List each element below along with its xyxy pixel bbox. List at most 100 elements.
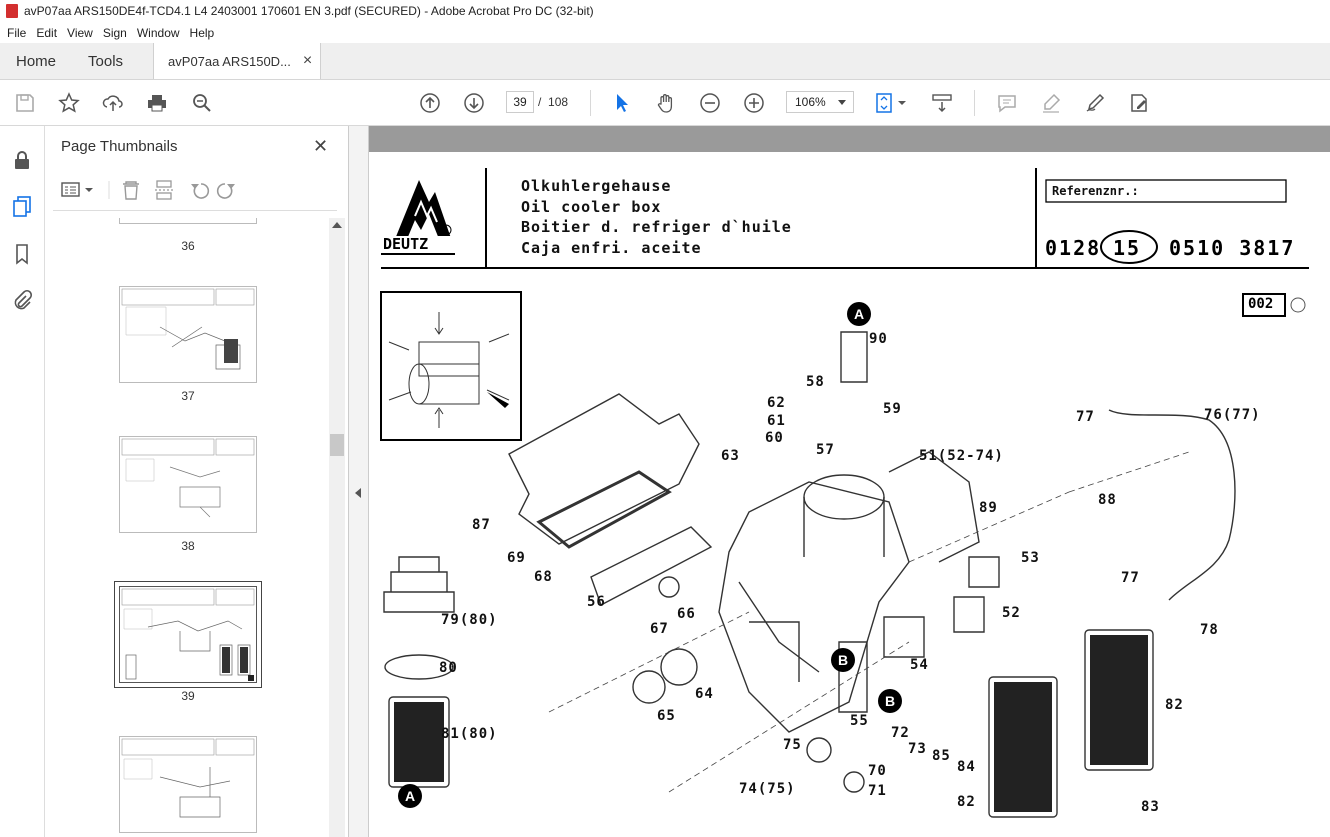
part-label: 80 [439,660,458,676]
zoom-search-icon[interactable] [190,91,214,115]
part-label: 57 [816,442,835,458]
panel-divider [53,210,337,211]
tab-home[interactable]: Home [0,43,72,79]
part-label: 71 [868,783,887,799]
select-cursor-icon[interactable] [610,91,634,115]
hand-tool-icon[interactable] [654,91,678,115]
previous-page-icon[interactable] [418,91,442,115]
part-label: 56 [587,594,606,610]
part-label: 66 [677,606,696,622]
toolbar-divider [974,90,975,116]
part-label: 84 [957,759,976,775]
thumbnail-label: 38 [181,539,195,553]
panel-close-icon[interactable]: ✕ [313,136,328,157]
rotate-left-icon[interactable] [191,183,210,199]
part-labels: 90 58 59 62 61 60 57 77 76(77) 63 51(52-… [369,152,1330,837]
print-icon[interactable] [145,91,169,115]
insert-page-icon[interactable] [155,180,173,200]
part-label: 72 [891,725,910,741]
callout-a: A [398,784,422,808]
part-label: 89 [979,500,998,516]
menu-view[interactable]: View [62,26,98,40]
part-label: 82 [1165,697,1184,713]
thumbnail-options-icon[interactable] [61,182,93,197]
thumbnail-page-37[interactable] [119,286,257,383]
menu-help[interactable]: Help [185,26,220,40]
part-label: 64 [695,686,714,702]
zoom-in-icon[interactable] [742,91,766,115]
part-label: 51(52-74) [919,448,1004,464]
pdf-page[interactable]: Olkuhlergehause Oil cooler box Boitier d… [369,152,1330,837]
part-label: 52 [1002,605,1021,621]
part-label: 85 [932,748,951,764]
menu-edit[interactable]: Edit [31,26,62,40]
part-label: 87 [472,517,491,533]
title-bar: avP07aa ARS150DE4f-TCD4.1 L4 2403001 170… [0,0,1330,22]
thumbnail-page-40[interactable] [119,736,257,833]
menu-window[interactable]: Window [132,26,185,40]
thumbnail-scrollbar[interactable] [329,218,345,837]
window-title: avP07aa ARS150DE4f-TCD4.1 L4 2403001 170… [24,4,594,18]
star-icon[interactable] [57,91,81,115]
attachment-icon[interactable] [11,289,33,311]
thumbnail-page-39[interactable] [119,586,257,683]
scroll-mode-icon[interactable] [930,91,954,115]
part-label: 81(80) [441,726,498,742]
part-label: 82 [957,794,976,810]
part-label: 65 [657,708,676,724]
part-label: 54 [910,657,929,673]
toolbar-divider [590,90,591,116]
part-label: 70 [868,763,887,779]
next-page-icon[interactable] [462,91,486,115]
part-label: 53 [1021,550,1040,566]
zoom-select[interactable]: 106% [786,91,854,113]
part-label: 74(75) [739,781,796,797]
zoom-out-icon[interactable] [698,91,722,115]
highlight-pen-icon[interactable] [1039,91,1063,115]
pdf-file-icon [6,4,18,18]
thumbnail-scroll-thumb[interactable] [330,434,344,456]
left-navigation-rail [0,126,45,837]
part-label: 58 [806,374,825,390]
tab-document[interactable]: avP07aa ARS150D... × [153,43,322,79]
part-label: 73 [908,741,927,757]
collapse-panel-handle[interactable] [349,126,369,837]
part-label: 62 [767,395,786,411]
thumbnail-label: 39 [181,689,195,703]
menu-file[interactable]: File [2,26,31,40]
thumbnail-page-38[interactable] [119,436,257,533]
part-label: 77 [1076,409,1095,425]
menu-bar: File Edit View Sign Window Help [0,22,1330,43]
rotate-right-icon[interactable] [216,183,235,199]
page-thumbnails-icon[interactable] [11,195,33,217]
callout-b: B [831,648,855,672]
panel-toolbar [61,178,337,202]
tab-close-icon[interactable]: × [303,52,312,70]
upload-icon[interactable] [101,91,125,115]
fill-sign-icon[interactable] [1127,91,1151,115]
part-label: 79(80) [441,612,498,628]
page-number-input[interactable]: 39 [506,91,534,113]
save-icon[interactable] [13,91,37,115]
thumbnail-label: 36 [181,239,195,253]
part-label: 68 [534,569,553,585]
part-label: 83 [1141,799,1160,815]
part-label: 76(77) [1204,407,1261,423]
tab-tools[interactable]: Tools [72,43,139,79]
sign-pen-icon[interactable] [1083,91,1107,115]
delete-page-icon[interactable] [123,181,139,200]
tab-bar: Home Tools avP07aa ARS150D... × [0,43,1330,80]
part-label: 61 [767,413,786,429]
part-label: 78 [1200,622,1219,638]
comment-icon[interactable] [995,91,1019,115]
bookmark-icon[interactable] [11,243,33,265]
thumbnail-page-36[interactable] [119,218,257,224]
lock-icon[interactable] [11,149,33,171]
page-total: / 108 [538,95,569,109]
tab-document-label: avP07aa ARS150D... [168,53,291,69]
part-label: 60 [765,430,784,446]
callout-b: B [878,689,902,713]
menu-sign[interactable]: Sign [98,26,132,40]
fit-page-icon[interactable] [874,91,908,115]
part-label: 63 [721,448,740,464]
